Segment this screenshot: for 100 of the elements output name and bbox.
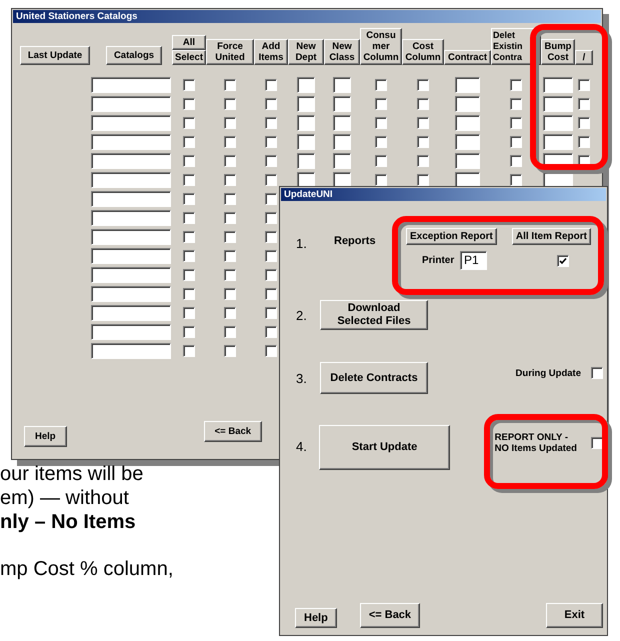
checkbox[interactable] [183, 212, 195, 224]
checkbox[interactable] [375, 98, 387, 110]
column-header-button[interactable]: Last Update [20, 46, 90, 65]
input-field[interactable] [455, 152, 480, 168]
checkbox[interactable] [265, 306, 277, 318]
column-header-button[interactable]: Contract [444, 50, 491, 65]
checkbox[interactable] [265, 174, 277, 186]
checkbox[interactable] [183, 116, 195, 128]
checkbox[interactable] [417, 136, 429, 148]
checkbox[interactable] [265, 212, 277, 224]
input-field[interactable] [91, 114, 171, 130]
delete-contracts-button[interactable]: Delete Contracts [320, 362, 428, 394]
checkbox[interactable] [224, 306, 236, 318]
checkbox[interactable] [224, 326, 236, 338]
checkbox[interactable] [224, 192, 236, 204]
input-field[interactable] [455, 96, 480, 112]
input-field[interactable] [333, 114, 351, 130]
checkbox[interactable] [183, 192, 195, 204]
column-header-button[interactable]: New Class [324, 39, 360, 65]
checkbox[interactable] [183, 268, 195, 280]
input-field[interactable] [91, 324, 171, 340]
input-field[interactable] [455, 134, 480, 150]
checkbox[interactable] [578, 78, 590, 90]
input-field[interactable] [297, 152, 315, 168]
input-field[interactable] [91, 172, 171, 188]
input-field[interactable] [91, 210, 171, 226]
checkbox[interactable] [183, 174, 195, 186]
input-field[interactable] [91, 96, 171, 112]
input-field[interactable] [297, 114, 315, 130]
checkbox[interactable] [224, 250, 236, 262]
checkbox[interactable] [417, 154, 429, 166]
input-field[interactable] [91, 342, 171, 358]
input-field[interactable] [543, 76, 573, 92]
checkbox[interactable] [375, 116, 387, 128]
checkbox[interactable] [265, 98, 277, 110]
checkbox[interactable] [510, 174, 522, 186]
checkbox[interactable] [224, 268, 236, 280]
input-field[interactable] [333, 152, 351, 168]
checkbox[interactable] [510, 116, 522, 128]
printer-field[interactable]: P1 [460, 251, 487, 270]
checkbox[interactable] [265, 288, 277, 300]
checkbox[interactable] [375, 78, 387, 90]
input-field[interactable] [91, 286, 171, 302]
checkbox[interactable] [224, 98, 236, 110]
start-update-button[interactable]: Start Update [319, 425, 450, 470]
column-header-button[interactable]: Add Items [254, 39, 288, 65]
input-field[interactable] [91, 248, 171, 264]
input-field[interactable] [91, 152, 171, 168]
checkbox[interactable] [224, 344, 236, 356]
checkbox[interactable] [591, 367, 603, 379]
checkbox[interactable] [183, 78, 195, 90]
input-field[interactable] [333, 134, 351, 150]
checkbox[interactable] [375, 154, 387, 166]
input-field[interactable] [297, 76, 315, 92]
input-field[interactable] [455, 114, 480, 130]
checkbox[interactable] [183, 230, 195, 242]
input-field[interactable] [91, 134, 171, 150]
checkbox[interactable] [510, 154, 522, 166]
checkbox[interactable] [224, 288, 236, 300]
download-button[interactable]: Download Selected Files [320, 300, 428, 330]
input-field[interactable] [297, 134, 315, 150]
footer-button[interactable]: <= Back [360, 603, 420, 628]
report-button[interactable]: All Item Report [512, 228, 591, 245]
checkbox[interactable] [224, 174, 236, 186]
checkbox[interactable] [183, 326, 195, 338]
checkbox[interactable] [557, 254, 569, 266]
input-field[interactable] [333, 172, 351, 188]
checkbox[interactable] [417, 98, 429, 110]
report-button[interactable]: Exception Report [406, 228, 497, 245]
checkbox[interactable] [265, 78, 277, 90]
checkbox[interactable] [265, 154, 277, 166]
checkbox[interactable] [265, 250, 277, 262]
select-all-button[interactable]: All [172, 35, 206, 50]
input-field[interactable] [297, 96, 315, 112]
column-header-button[interactable]: Bump Cost [541, 39, 575, 65]
checkbox[interactable] [224, 116, 236, 128]
checkbox[interactable] [510, 136, 522, 148]
checkbox[interactable] [591, 437, 603, 449]
input-field[interactable] [91, 190, 171, 206]
checkbox[interactable] [578, 98, 590, 110]
column-header-button[interactable]: / [575, 50, 593, 65]
checkbox[interactable] [224, 154, 236, 166]
checkbox[interactable] [183, 98, 195, 110]
checkbox[interactable] [510, 98, 522, 110]
checkbox[interactable] [183, 344, 195, 356]
column-header-button[interactable]: Catalogs [106, 46, 162, 65]
checkbox[interactable] [375, 136, 387, 148]
input-field[interactable] [333, 96, 351, 112]
checkbox[interactable] [224, 212, 236, 224]
checkbox[interactable] [510, 78, 522, 90]
checkbox[interactable] [417, 174, 429, 186]
checkbox[interactable] [578, 136, 590, 148]
checkbox[interactable] [183, 136, 195, 148]
checkbox[interactable] [265, 344, 277, 356]
input-field[interactable] [91, 76, 171, 92]
input-field[interactable] [543, 134, 573, 150]
column-header-button[interactable]: Cost Column [402, 39, 444, 65]
checkbox[interactable] [265, 116, 277, 128]
checkbox[interactable] [375, 174, 387, 186]
footer-button[interactable]: Exit [546, 603, 603, 628]
